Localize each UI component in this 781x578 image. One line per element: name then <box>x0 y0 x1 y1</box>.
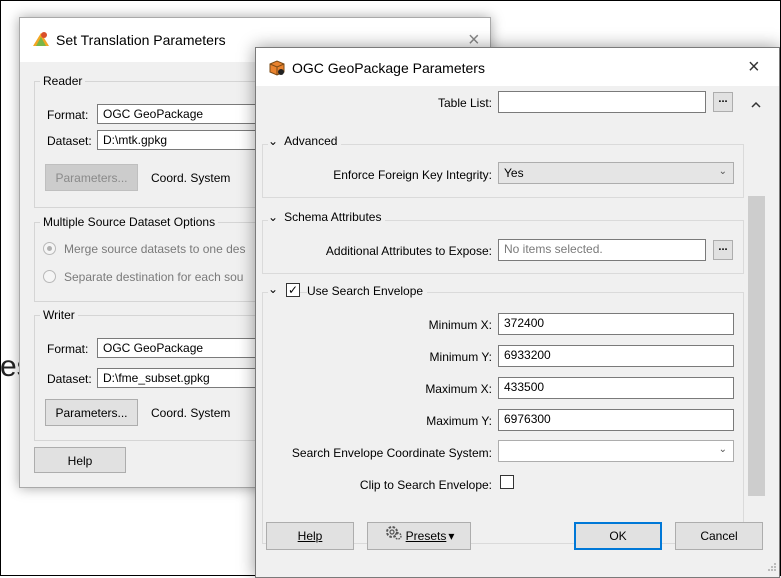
table-list-field[interactable] <box>498 91 706 113</box>
writer-parameters-button[interactable]: Parameters... <box>45 399 138 426</box>
minimum-y-field[interactable]: 6933200 <box>498 345 734 367</box>
vertical-scrollbar[interactable] <box>746 86 767 548</box>
envelope-chevron-down-icon[interactable]: ⌄ <box>268 282 278 296</box>
front-dialog-titlebar: OGC GeoPackage Parameters × <box>256 48 779 86</box>
maximum-x-label: Maximum X: <box>425 382 492 396</box>
merge-datasets-label: Merge source datasets to one des <box>64 242 246 256</box>
maximum-y-label: Maximum Y: <box>426 414 492 428</box>
advanced-section-title: Advanced <box>284 134 338 148</box>
reader-coord-system-label: Coord. System <box>151 171 231 185</box>
writer-coord-system-label: Coord. System <box>151 406 231 420</box>
separate-destination-label: Separate destination for each sou <box>64 270 244 284</box>
cancel-button[interactable]: Cancel <box>675 522 763 550</box>
schema-attributes-header[interactable]: ⌄ Schema Attributes <box>268 210 386 224</box>
use-search-envelope-label: Use Search Envelope <box>307 284 428 298</box>
advanced-section-header[interactable]: ⌄ Advanced <box>268 134 342 148</box>
reader-parameters-button[interactable]: Parameters... <box>45 164 138 191</box>
presets-dropdown-arrow-icon: ▾ <box>448 529 455 543</box>
enforce-foreign-key-value: Yes <box>504 166 524 180</box>
table-list-browse-button[interactable]: ... <box>713 92 733 112</box>
writer-dataset-label: Dataset: <box>47 372 92 386</box>
minimum-y-label: Minimum Y: <box>429 350 492 364</box>
minimum-x-field[interactable]: 372400 <box>498 313 734 335</box>
separate-destination-radio[interactable] <box>43 270 56 283</box>
additional-attributes-label: Additional Attributes to Expose: <box>325 244 492 258</box>
schema-attributes-title: Schema Attributes <box>284 210 382 224</box>
front-dialog-close-icon[interactable]: × <box>748 57 760 77</box>
presets-button[interactable]: Presets ▾ <box>367 522 471 550</box>
enforce-dropdown-chevron-icon: ⌄ <box>718 166 727 177</box>
parameters-scroll-area: Table List: ... ⌄ Advanced Enforce Foreig… <box>256 86 746 548</box>
geopackage-icon <box>268 59 286 77</box>
ok-button[interactable]: OK <box>574 522 662 550</box>
presets-button-label: Presets <box>405 529 447 543</box>
resize-grip-icon[interactable] <box>767 561 777 575</box>
fme-workbench-icon <box>32 31 50 47</box>
back-dialog-title: Set Translation Parameters <box>56 32 226 48</box>
schema-chevron-down-icon: ⌄ <box>268 210 279 224</box>
clip-to-envelope-checkbox[interactable] <box>500 475 514 489</box>
help-button-label: Help <box>297 529 323 543</box>
scrollbar-thumb[interactable] <box>748 196 765 496</box>
help-button[interactable]: Help <box>266 522 354 550</box>
writer-format-field[interactable]: OGC GeoPackage <box>97 338 277 358</box>
reader-dataset-field[interactable]: D:\mtk.gpkg <box>97 130 277 150</box>
enforce-foreign-key-label: Enforce Foreign Key Integrity: <box>333 168 492 182</box>
enforce-foreign-key-dropdown[interactable]: Yes ⌄ <box>498 162 734 184</box>
back-help-button[interactable]: Help <box>34 447 126 473</box>
reader-group-label: Reader <box>40 74 86 88</box>
reader-format-label: Format: <box>47 108 89 122</box>
clip-to-envelope-label: Clip to Search Envelope: <box>359 478 492 492</box>
writer-dataset-field[interactable]: D:\fme_subset.gpkg <box>97 368 277 388</box>
reader-dataset-label: Dataset: <box>47 134 92 148</box>
additional-attributes-field[interactable]: No items selected. <box>498 239 706 261</box>
ogc-geopackage-parameters-dialog: OGC GeoPackage Parameters × Table List: … <box>255 47 780 578</box>
minimum-x-label: Minimum X: <box>428 318 492 332</box>
envelope-coord-system-label: Search Envelope Coordinate System: <box>291 446 492 460</box>
scroll-up-icon[interactable] <box>751 100 761 112</box>
front-dialog-title: OGC GeoPackage Parameters <box>292 60 485 76</box>
writer-group-label: Writer <box>40 308 78 322</box>
maximum-x-field[interactable]: 433500 <box>498 377 734 399</box>
additional-attributes-browse-button[interactable]: ... <box>713 240 733 260</box>
merge-datasets-radio[interactable] <box>43 242 56 255</box>
gear-icon <box>384 523 402 550</box>
multiple-source-group-label: Multiple Source Dataset Options <box>40 215 219 229</box>
reader-format-field[interactable]: OGC GeoPackage <box>97 104 277 124</box>
writer-format-label: Format: <box>47 342 89 356</box>
envelope-coord-system-dropdown[interactable]: ⌄ <box>498 440 734 462</box>
maximum-y-field[interactable]: 6976300 <box>498 409 734 431</box>
coord-dropdown-chevron-icon: ⌄ <box>718 444 727 455</box>
use-search-envelope-checkbox[interactable]: ✓ <box>286 283 300 297</box>
advanced-chevron-down-icon: ⌄ <box>268 134 279 148</box>
table-list-label: Table List: <box>437 96 492 110</box>
